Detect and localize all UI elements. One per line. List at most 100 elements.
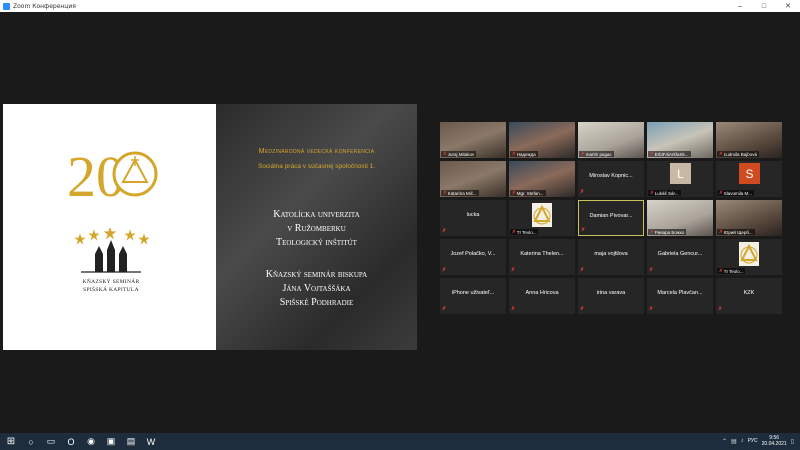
conference-subtitle: Sociálna práca v súčasnej spoločnosti 1. xyxy=(257,163,376,170)
language-indicator[interactable]: РУС xyxy=(748,438,758,444)
notifications-icon[interactable]: ▯ xyxy=(791,438,794,445)
participant-tile[interactable]: Katerina Thelen... ✗ xyxy=(509,239,575,275)
close-icon[interactable]: ✕ xyxy=(776,0,800,12)
participant-tile[interactable]: ✗ ErbiF4iArkfaSk... xyxy=(647,122,713,158)
participant-tile[interactable]: Jozef Polačko, V... ✗ xyxy=(440,239,506,275)
participant-label: ✗ Lukáš Sár... xyxy=(648,190,681,196)
participant-name: Надежда xyxy=(516,151,536,157)
mic-muted-icon: ✗ xyxy=(719,151,723,156)
participant-name: Anna Hricova xyxy=(525,290,559,296)
participant-name: Katarína Mič... xyxy=(447,190,477,196)
participant-name: Юрий Щерб... xyxy=(723,229,753,235)
institute-logo-icon xyxy=(532,203,552,227)
university-block: Katolícka univerzita v Ružomberku Teolog… xyxy=(216,208,417,250)
mic-muted-icon: ✗ xyxy=(719,268,723,273)
windows-start-icon[interactable]: ⊞ xyxy=(4,435,18,449)
meeting-stage: 20 KŇAZSKÝ SEMINÁR SPIŠSKÁ KAPITULA Medz… xyxy=(0,12,800,433)
participant-tile[interactable]: maja vojtilova ✗ xyxy=(578,239,644,275)
zoom-app-icon[interactable]: ▣ xyxy=(104,435,118,449)
mic-muted-icon: ✗ xyxy=(443,151,447,156)
seminar-block-line: Kňazský seminár biskupa xyxy=(265,269,368,280)
mic-muted-icon: ✗ xyxy=(511,267,516,273)
firefox-icon[interactable]: ◉ xyxy=(84,435,98,449)
seminar-crest-icon xyxy=(74,228,149,273)
participant-tile[interactable]: iPhone uživateľ... ✗ xyxy=(440,278,506,314)
participant-name: TI Teolo... xyxy=(516,229,537,235)
mic-muted-icon: ✗ xyxy=(580,267,585,273)
mic-muted-icon: ✗ xyxy=(512,190,516,195)
participant-label: ✗ Juraj Mitakov xyxy=(441,151,477,157)
participant-tile[interactable]: L ✗ Lukáš Sár... xyxy=(647,161,713,197)
shared-slide: 20 KŇAZSKÝ SEMINÁR SPIŠSKÁ KAPITULA Medz… xyxy=(3,104,417,350)
tray-chevron-icon[interactable]: ⌃ xyxy=(722,438,727,445)
participant-name: lucka xyxy=(466,212,480,218)
participant-label: ✗ Slavomila M... xyxy=(717,190,755,196)
mic-muted-icon: ✗ xyxy=(718,306,723,312)
participant-name: Juraj Mitakov xyxy=(447,151,475,157)
system-clock[interactable]: 9:56 20.04.2021 xyxy=(762,435,787,447)
network-icon[interactable]: ▤ xyxy=(731,438,737,445)
volume-icon[interactable]: ♪ xyxy=(741,438,744,444)
participant-label: ✗ Katarína Mič... xyxy=(441,190,479,196)
participant-tile[interactable]: ✗ TI Teolo... xyxy=(716,239,782,275)
mic-muted-icon: ✗ xyxy=(581,227,586,233)
mic-muted-icon: ✗ xyxy=(650,190,654,195)
participant-name: Mgr. Stefan... xyxy=(516,190,544,196)
mic-muted-icon: ✗ xyxy=(650,229,654,234)
seminar-line: KŇAZSKÝ SEMINÁR xyxy=(82,279,140,285)
mic-muted-icon: ✗ xyxy=(649,267,654,273)
participant-tile[interactable]: ✗ Надежда xyxy=(509,122,575,158)
word-icon[interactable]: W xyxy=(144,435,158,449)
participant-tile[interactable]: Anna Hricova ✗ xyxy=(509,278,575,314)
mic-muted-icon: ✗ xyxy=(512,229,516,234)
mic-muted-icon: ✗ xyxy=(580,306,585,312)
participant-name: irina varava xyxy=(596,290,626,296)
participant-tile[interactable]: ✗ Katarína Mič... xyxy=(440,161,506,197)
participant-label: ✗ Юрий Щерб... xyxy=(717,229,755,235)
slide-left-panel: 20 KŇAZSKÝ SEMINÁR SPIŠSKÁ KAPITULA xyxy=(3,104,216,350)
maximize-icon[interactable]: □ xyxy=(752,0,776,12)
participant-label: ✗ TI Teolo... xyxy=(510,229,539,235)
participant-tile[interactable]: KZK ✗ xyxy=(716,278,782,314)
participant-name: Lukáš Sár... xyxy=(654,190,679,196)
mic-muted-icon: ✗ xyxy=(442,306,447,312)
participant-tile[interactable]: Damian Pivovar... ✗ xyxy=(578,200,644,236)
participant-label: ✗ TI Teolo... xyxy=(717,268,746,274)
participant-tile[interactable]: ✗ TI Teolo... xyxy=(509,200,575,236)
participant-tile[interactable]: ✗ Юрий Щерб... xyxy=(716,200,782,236)
participant-tile[interactable]: S ✗ Slavomila M... xyxy=(716,161,782,197)
participant-name: Miroslav Kopnic... xyxy=(589,173,633,179)
participant-tile[interactable]: Marcela Plavčan... ✗ xyxy=(647,278,713,314)
mic-muted-icon: ✗ xyxy=(511,306,516,312)
participant-name: Slavomila M... xyxy=(723,190,753,196)
participant-tile[interactable]: lucka ✗ xyxy=(440,200,506,236)
opera-icon[interactable]: O xyxy=(64,435,78,449)
seminar-block: Kňazský seminár biskupa Jána Vojtaššáka … xyxy=(216,268,417,310)
participant-tile[interactable]: irina varava ✗ xyxy=(578,278,644,314)
minimize-icon[interactable]: – xyxy=(728,0,752,12)
participant-tile[interactable]: ✗ Juraj Mitakov xyxy=(440,122,506,158)
participant-label: ✗ martin pagac xyxy=(579,151,614,157)
participant-tile[interactable]: Miroslav Kopnic... ✗ xyxy=(578,161,644,197)
search-icon[interactable]: ○ xyxy=(24,435,38,449)
mic-muted-icon: ✗ xyxy=(442,267,447,273)
participant-label: ✗ ErbiF4iArkfaSk... xyxy=(648,151,691,157)
university-line: Katolícka univerzita xyxy=(273,209,360,220)
participant-tile[interactable]: ✗ Ľudmila Bajbová xyxy=(716,122,782,158)
avatar: L xyxy=(670,163,691,184)
participant-label: ✗ Mgr. Stefan... xyxy=(510,190,546,196)
window-titlebar: Zoom Конференция – □ ✕ xyxy=(0,0,800,12)
task-view-icon[interactable]: ▭ xyxy=(44,435,58,449)
participant-tile[interactable]: ✗ Mgr. Stefan... xyxy=(509,161,575,197)
institute-logo-icon xyxy=(739,242,759,266)
participant-name: Ривара Божко xyxy=(654,229,685,235)
participant-name: iPhone uživateľ... xyxy=(451,290,495,296)
file-explorer-icon[interactable]: ▤ xyxy=(124,435,138,449)
participant-tile[interactable]: ✗ Ривара Божко xyxy=(647,200,713,236)
mic-muted-icon: ✗ xyxy=(649,306,654,312)
participant-name: TI Teolo... xyxy=(723,268,744,274)
conference-title: Medzinárodná vedecká konferencia xyxy=(258,148,375,155)
mic-muted-icon: ✗ xyxy=(512,151,516,156)
participant-tile[interactable]: ✗ martin pagac xyxy=(578,122,644,158)
participant-tile[interactable]: Gabriela Gencur... ✗ xyxy=(647,239,713,275)
